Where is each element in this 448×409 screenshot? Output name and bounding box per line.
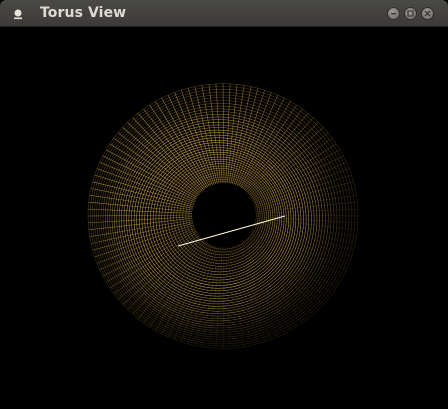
torus-hole: [192, 183, 256, 247]
gl-viewport[interactable]: [0, 27, 448, 409]
app-dot-icon[interactable]: [10, 6, 26, 22]
minimize-button[interactable]: [387, 7, 400, 20]
hole-disc: [192, 183, 256, 247]
torus-wireframe: [86, 79, 360, 353]
maximize-icon: [407, 10, 414, 17]
maximize-button[interactable]: [404, 7, 417, 20]
torus-view-window: Torus View: [0, 0, 448, 409]
window-title: Torus View: [40, 5, 127, 21]
close-button[interactable]: [421, 7, 434, 20]
close-icon: [424, 10, 431, 17]
title-bar[interactable]: Torus View: [0, 0, 448, 27]
minimize-icon: [391, 13, 396, 15]
